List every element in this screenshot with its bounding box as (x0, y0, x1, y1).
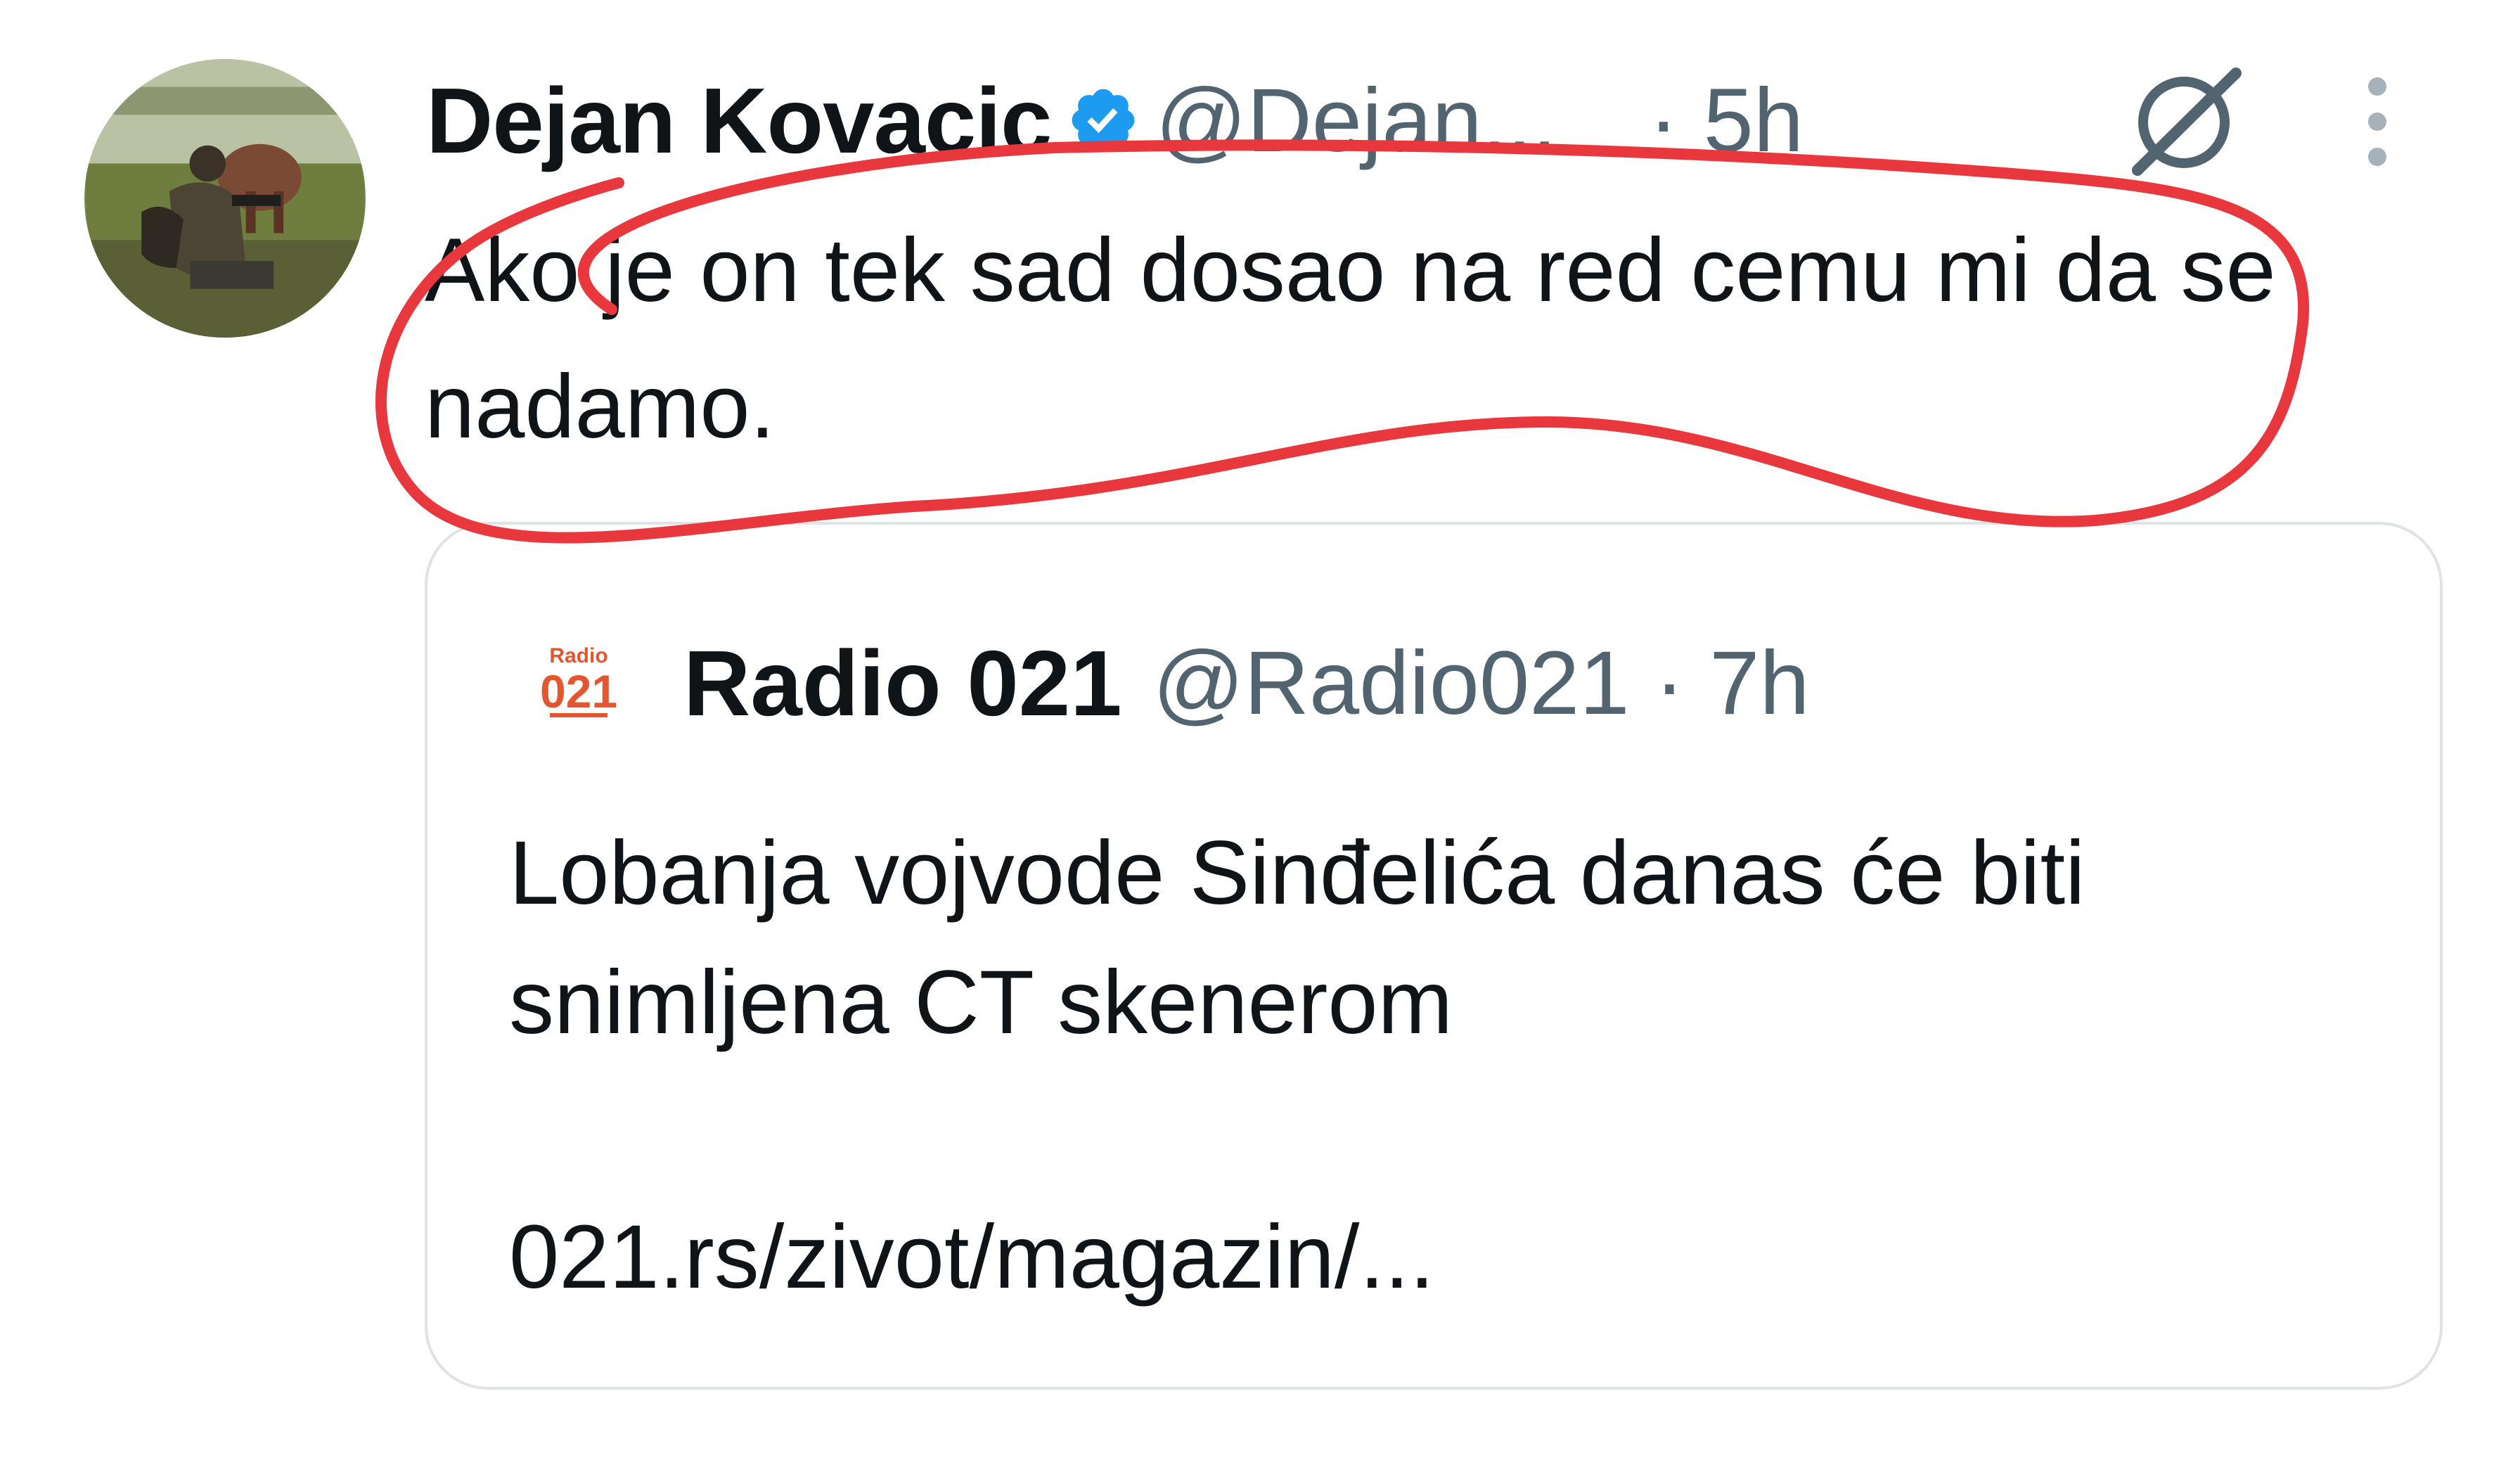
quoted-tweet-card[interactable]: Radio 021 Radio 021 @Radio021 · 7h Loban… (425, 522, 2443, 1390)
radio-logo-top-text: Radio (549, 644, 608, 667)
tweet-header: Dejan Kovacic @Dejan... · 5h (426, 68, 1804, 173)
tweet-text: Ako je on tek sad dosao na red cemu mi d… (425, 220, 2276, 457)
quoted-tweet-link[interactable]: 021.rs/zivot/magazin/... (509, 1193, 1434, 1322)
quoted-handle-time[interactable]: @Radio021 · 7h (1153, 632, 1810, 735)
radio-logo-main-text: 021 (540, 665, 617, 717)
author-handle[interactable]: @Dejan... (1155, 69, 1557, 172)
quoted-tweet-text: Lobanja vojvode Sinđelića danas će biti … (509, 823, 2085, 1053)
radio021-logo[interactable]: Radio 021 (533, 637, 624, 729)
verified-badge-icon (1067, 84, 1140, 157)
author-avatar[interactable] (84, 59, 366, 338)
quoted-author-name[interactable]: Radio 021 (683, 630, 1122, 736)
tweet-timestamp[interactable]: · 5h (1648, 69, 1804, 172)
author-name[interactable]: Dejan Kovacic (426, 68, 1052, 174)
quoted-tweet-header: Radio 021 Radio 021 @Radio021 · 7h (533, 630, 1810, 736)
more-vertical-icon[interactable] (2361, 76, 2393, 167)
grok-icon[interactable] (2123, 65, 2250, 177)
